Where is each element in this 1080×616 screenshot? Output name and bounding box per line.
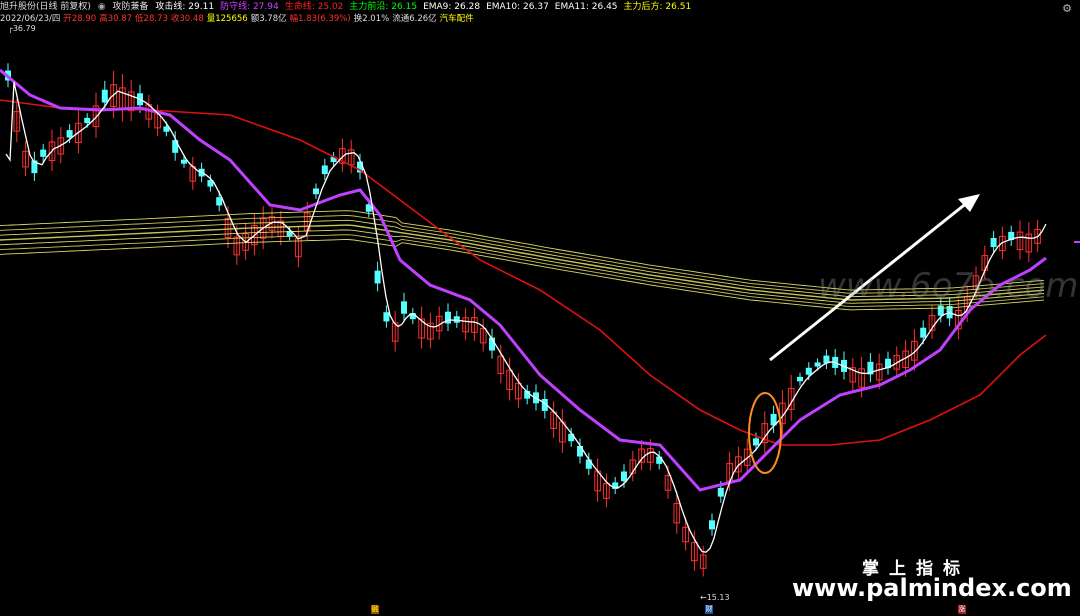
quote-field-1: 开28.90	[63, 14, 97, 24]
indicator-dot-icon: ◉	[97, 2, 106, 12]
indicator-value-1: 防守线: 27.94	[220, 2, 279, 12]
candle-body-35	[313, 188, 319, 195]
event-marker-zhang[interactable]: 涨	[958, 605, 966, 614]
indicator-value-4: EMA9: 26.28	[423, 2, 481, 12]
quote-header: 2022/06/23/四 开28.90 高30.87 低28.73 收30.48 量125…	[0, 13, 481, 25]
quote-field-9: 流通6.26亿	[392, 14, 437, 24]
candle-body-9	[84, 117, 91, 124]
candle-body-11	[101, 89, 108, 103]
quote-field-0: 2022/06/23/四	[0, 14, 61, 24]
candle-body-43	[383, 312, 390, 322]
candle-body-42	[374, 270, 381, 284]
quote-field-2: 高30.87	[99, 14, 133, 24]
candle-body-74	[656, 456, 663, 464]
event-marker-cai[interactable]: 财	[705, 605, 713, 614]
stock-name[interactable]: 旭升股份(日线 前复权)	[0, 2, 91, 12]
indicator-value-2: 生命线: 25.02	[284, 2, 344, 12]
candle-body-20	[181, 159, 187, 164]
indicator-value-6: EMA11: 26.45	[554, 2, 618, 12]
candle-body-70	[621, 471, 627, 482]
gear-icon[interactable]: ⚙	[1062, 2, 1072, 15]
event-marker-rong[interactable]: 融	[371, 605, 379, 614]
candle-body-45	[401, 301, 407, 314]
indicator-value-0: 攻击线: 29.11	[155, 2, 215, 12]
kline-chart[interactable]	[0, 0, 1080, 616]
faint-watermark: www.6o7o.com	[818, 266, 1079, 306]
quote-field-6: 额3.78亿	[250, 14, 287, 24]
quote-field-5: 量125656	[206, 14, 248, 24]
candle-body-85	[753, 438, 759, 446]
candle-body-24	[216, 197, 223, 206]
candle-body-92	[814, 362, 821, 367]
low-price-label: ←15.13	[700, 593, 730, 602]
watermark-url: www.palmindex.com	[792, 574, 1072, 602]
indicator-header: 旭升股份(日线 前复权) ◉ 攻防兼备 攻击线: 29.11 防守线: 27.94…	[0, 1, 701, 13]
candle-body-36	[321, 165, 328, 175]
candle-body-80	[709, 520, 715, 530]
candle-body-7	[66, 130, 73, 138]
quote-field-4: 收30.48	[170, 14, 204, 24]
indicator-name[interactable]: 攻防兼备	[113, 2, 149, 12]
candle-body-112	[990, 237, 997, 248]
quote-field-7: 幅1.83(6.39%)	[289, 14, 351, 24]
candle-body-66	[585, 459, 592, 469]
candle-body-90	[797, 376, 803, 382]
quote-field-3: 低28.73	[135, 14, 168, 24]
candle-body-106	[937, 305, 944, 316]
quote-field-8: 换2.01%	[353, 14, 390, 24]
candle-body-65	[577, 445, 583, 457]
candle-body-81	[717, 487, 724, 497]
candle-body-4	[40, 149, 47, 157]
quote-field-10: 汽车配件	[439, 14, 474, 24]
attack-line	[5, 81, 1047, 553]
candle-body-104	[920, 327, 927, 338]
indicator-value-5: EMA10: 26.37	[486, 2, 549, 12]
indicator-value-7: 主力后方: 26.51	[623, 2, 692, 12]
chart-canvas[interactable]	[0, 0, 1080, 616]
indicator-value-3: 主力前沿: 26.15	[349, 2, 418, 12]
candle-body-91	[805, 367, 812, 375]
trend-arrow-head	[958, 194, 980, 212]
high-price-label: ┌36.79	[8, 24, 36, 33]
